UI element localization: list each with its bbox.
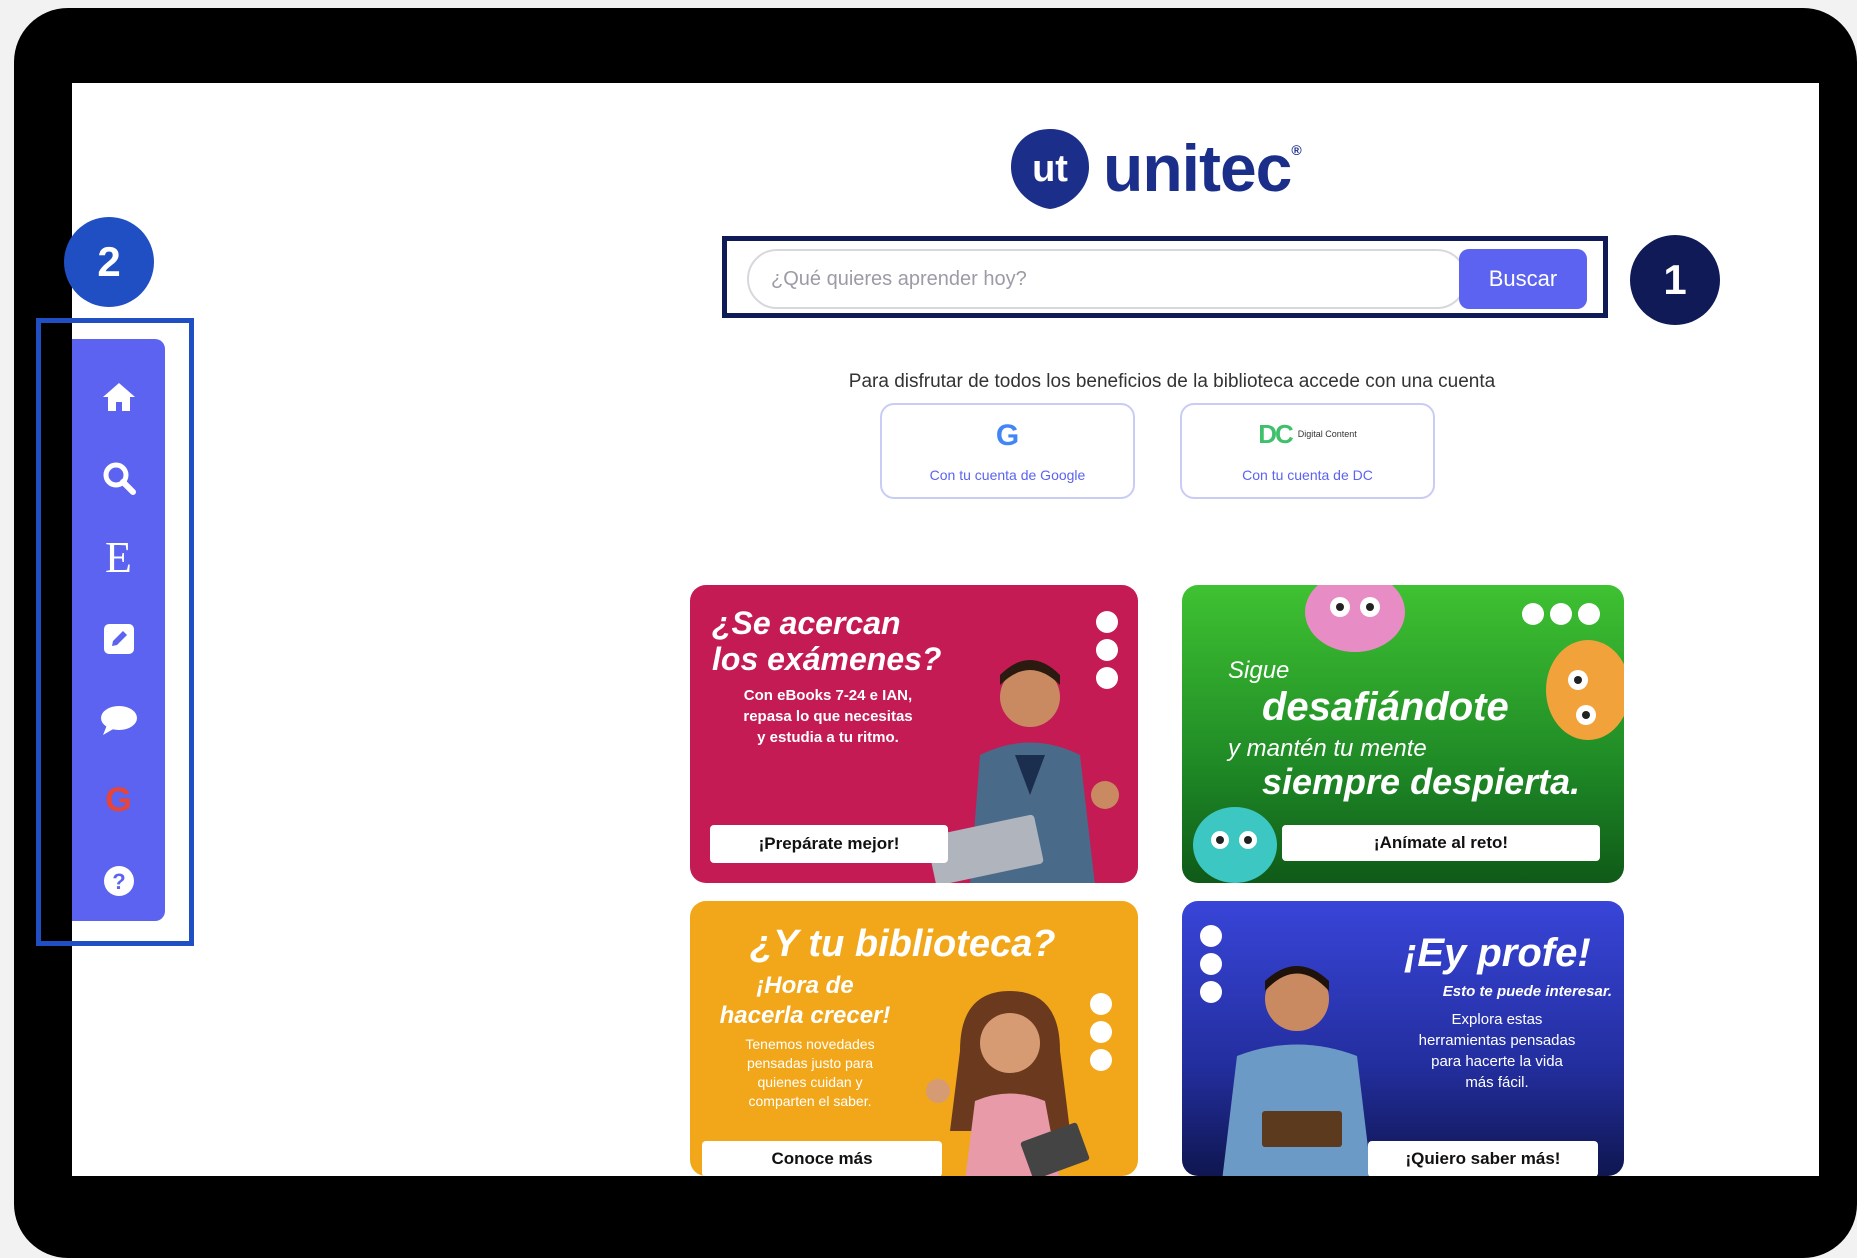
annotation-marker-2: 2: [64, 217, 154, 307]
google-logo-icon: G: [995, 419, 1020, 452]
annotation-box-sidebar: [36, 318, 194, 946]
card-title: ¿Y tu biblioteca?: [750, 923, 1056, 965]
card-cta-button[interactable]: ¡Quiero saber más!: [1368, 1141, 1598, 1176]
pink-brain-character-image: [1305, 585, 1405, 652]
card-subtitle: Esto te puede interesar.: [1442, 983, 1612, 1000]
decorative-dots: [1090, 993, 1112, 1071]
card-body: Tenemos novedades pensadas justo para qu…: [745, 1036, 875, 1109]
login-prompt: Para disfrutar de todos los beneficios d…: [848, 371, 1496, 392]
card-title: ¡Ey profe!: [1404, 931, 1591, 975]
teal-brain-character-image: [1193, 807, 1277, 883]
card-line: Sigue: [1228, 657, 1290, 684]
google-login-label: Con tu cuenta de Google: [929, 467, 1086, 483]
promo-card-exams[interactable]: ¿Se acercan los exámenes? Con eBooks 7-2…: [690, 585, 1138, 883]
logo-wordmark: unitec®: [1103, 131, 1302, 205]
dc-login-button[interactable]: DC Digital Content Con tu cuenta de DC: [1180, 403, 1435, 499]
card-title: ¿Se acercan los exámenes?: [712, 605, 942, 677]
google-login-button[interactable]: G Con tu cuenta de Google: [880, 403, 1135, 499]
annotation-marker-1: 1: [1630, 235, 1720, 325]
decorative-dots: [1522, 603, 1600, 625]
card-subtitle: ¡Hora de hacerla crecer!: [719, 972, 891, 1029]
card-body: Explora estas herramientas pensadas para…: [1418, 1011, 1576, 1091]
unitec-badge-icon: ut: [1011, 129, 1089, 209]
dc-login-label: Con tu cuenta de DC: [1242, 467, 1373, 483]
orange-brain-character-image: [1546, 640, 1624, 740]
card-line: y mantén tu mente: [1228, 735, 1427, 762]
card-title: desafiándote: [1262, 685, 1509, 729]
card-cta-button[interactable]: ¡Anímate al reto!: [1282, 825, 1600, 861]
svg-text:ut: ut: [1032, 148, 1068, 190]
card-cta-button[interactable]: Conoce más: [702, 1141, 942, 1176]
card-title: siempre despierta.: [1262, 761, 1581, 802]
unitec-logo: ut unitec®: [1007, 125, 1302, 211]
student-with-tablet-image: [926, 991, 1090, 1176]
promo-card-teacher[interactable]: ¡Ey profe! Esto te puede interesar. Expl…: [1182, 901, 1624, 1176]
dc-logo-icon: DC Digital Content: [1258, 419, 1357, 449]
card-body: Con eBooks 7-24 e IAN, repasa lo que nec…: [743, 687, 913, 746]
promo-card-challenge[interactable]: Sigue desafiándote y mantén tu mente sie…: [1182, 585, 1624, 883]
teacher-with-book-image: [1222, 966, 1372, 1176]
student-with-laptop-image: [930, 660, 1119, 883]
annotation-box-search: [722, 236, 1608, 318]
card-cta-button[interactable]: ¡Prepárate mejor!: [710, 825, 948, 863]
promo-card-library[interactable]: ¿Y tu biblioteca? ¡Hora de hacerla crece…: [690, 901, 1138, 1176]
